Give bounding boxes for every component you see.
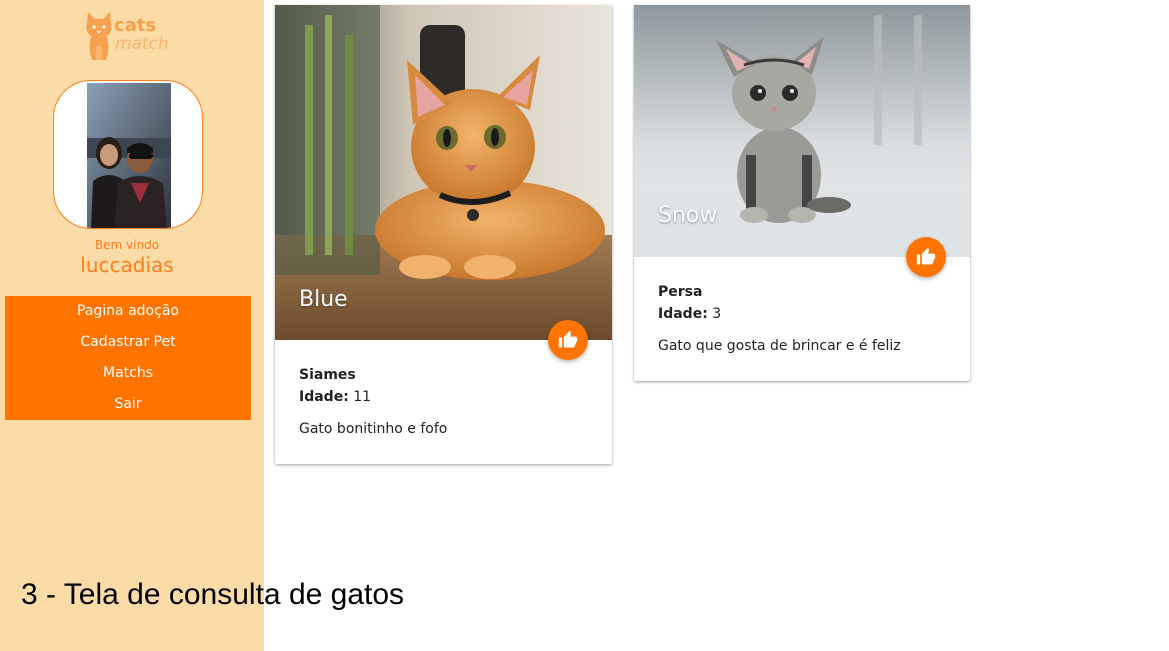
logo-text-cats: cats	[114, 15, 157, 36]
cat-photo: Blue	[275, 5, 612, 340]
cat-age-label: Idade:	[299, 389, 349, 405]
cat-age-value: 3	[712, 306, 722, 322]
like-button[interactable]	[906, 237, 946, 277]
thumbs-up-icon	[558, 330, 578, 348]
cat-info: Siames Idade: 11 Gato bonitinho e fofo	[299, 367, 447, 437]
cat-card: Snow Persa Idade: 3 Gato que gosta de br…	[634, 5, 970, 381]
cat-photo: Snow	[634, 5, 970, 257]
avatar-photo	[87, 83, 171, 228]
like-button[interactable]	[548, 320, 588, 360]
app-logo-text: cats match	[114, 15, 169, 54]
app-logo[interactable]: cats match	[84, 10, 184, 62]
menu-item-matchs[interactable]: Matchs	[5, 358, 251, 389]
cat-name: Blue	[299, 287, 348, 312]
sidebar-menu: Pagina adoção Cadastrar Pet Matchs Sair	[5, 296, 251, 420]
cat-logo-icon	[86, 12, 112, 60]
screen-caption: 3 - Tela de consulta de gatos	[21, 578, 405, 611]
avatar[interactable]	[53, 80, 203, 229]
cat-breed: Persa	[658, 284, 703, 300]
username: luccadias	[80, 253, 174, 277]
cat-breed: Siames	[299, 367, 356, 383]
cat-age: Idade: 3	[658, 306, 901, 328]
cat-info: Persa Idade: 3 Gato que gosta de brincar…	[658, 284, 901, 354]
cat-age-value: 11	[353, 389, 372, 405]
cat-age: Idade: 11	[299, 389, 447, 411]
cat-name: Snow	[658, 203, 718, 228]
cat-card: Blue Siames Idade: 11 Gato bonitinho e f…	[275, 5, 612, 464]
logo-text-match: match	[115, 34, 169, 54]
menu-item-cadastrar-pet[interactable]: Cadastrar Pet	[5, 327, 251, 358]
cat-age-label: Idade:	[658, 306, 708, 322]
menu-item-sair[interactable]: Sair	[5, 389, 251, 420]
cat-description: Gato bonitinho e fofo	[299, 421, 448, 437]
menu-item-pagina-adocao[interactable]: Pagina adoção	[5, 296, 251, 327]
thumbs-up-icon	[916, 247, 936, 265]
sidebar: cats match Bem vindo luccadias Pagina ad…	[0, 0, 264, 651]
cat-description: Gato que gosta de brincar e é feliz	[658, 338, 901, 354]
welcome-text: Bem vindo	[94, 238, 160, 252]
